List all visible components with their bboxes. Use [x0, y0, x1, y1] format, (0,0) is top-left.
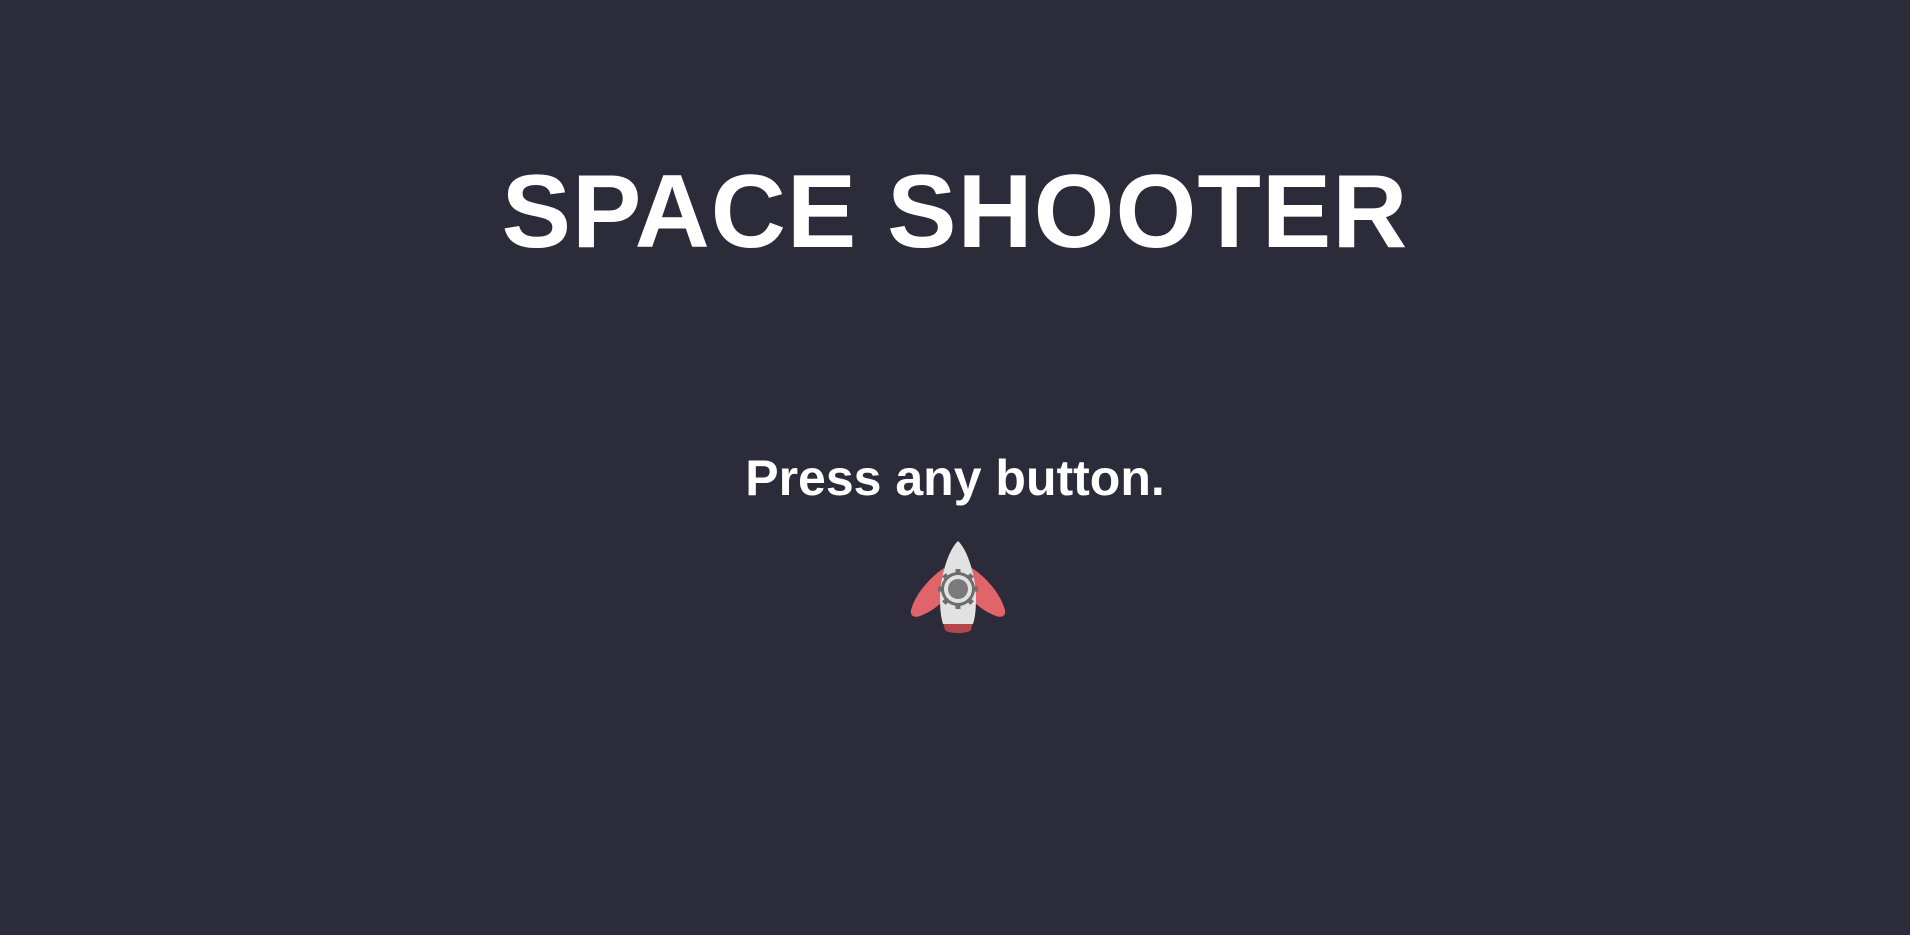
press-any-button-prompt: Press any button.	[745, 450, 1165, 506]
rocket-icon	[910, 541, 1006, 633]
title-screen[interactable]: SPACE SHOOTER Press any button.	[0, 0, 1910, 935]
game-title: SPACE SHOOTER	[501, 154, 1409, 270]
rocket-left-wing	[910, 568, 944, 617]
rocket-right-wing	[972, 568, 1006, 617]
rocket-porthole	[938, 569, 978, 609]
